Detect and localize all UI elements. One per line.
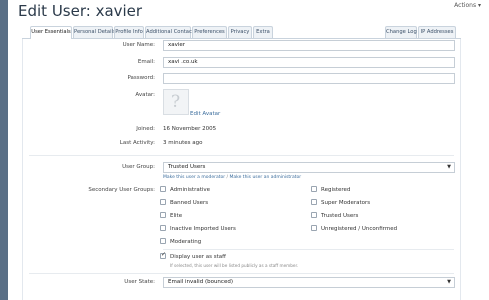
divider	[29, 155, 454, 156]
checkbox-checked-icon[interactable]	[160, 251, 166, 259]
checkbox-icon[interactable]	[160, 199, 166, 205]
actions-menu[interactable]: Actions ▾	[454, 2, 481, 9]
last-activity-value: 3 minutes ago	[163, 140, 203, 146]
user-group-label: User Group:	[122, 164, 155, 170]
tab-profile-info[interactable]: Profile Info	[114, 26, 144, 38]
user-state-label: User State:	[124, 279, 155, 285]
checkbox-unregistered[interactable]: Unregistered / Unconfirmed	[311, 225, 397, 232]
username-input[interactable]: xavier	[163, 40, 455, 51]
checkbox-icon[interactable]	[311, 212, 317, 218]
page-title: Edit User: xavier	[18, 2, 143, 20]
checkbox-label: Moderating	[170, 239, 202, 245]
tab-ip-addresses[interactable]: IP Addresses	[418, 26, 456, 38]
checkbox-moderating[interactable]: Moderating	[160, 238, 201, 245]
checkbox-icon[interactable]	[160, 238, 166, 244]
page-header: Edit User: xavier Actions ▾	[8, 0, 489, 24]
role-links: Make this user a moderator / Make this u…	[163, 175, 301, 180]
checkbox-label: Elite	[170, 213, 183, 219]
edit-avatar-link[interactable]: Edit Avatar	[190, 111, 220, 117]
password-input[interactable]	[163, 73, 455, 84]
form-content: User Name: xavier Email: xavi .co.uk Pas…	[22, 39, 461, 300]
dropdown-caret-icon: ▼	[447, 279, 451, 285]
tab-personal-details[interactable]: Personal Details	[73, 26, 116, 38]
divider	[29, 273, 454, 274]
checkbox-label: Super Moderators	[321, 200, 371, 206]
checkbox-icon[interactable]	[160, 225, 166, 231]
joined-value: 16 November 2005	[163, 126, 217, 132]
avatar-placeholder-icon: ?	[171, 92, 181, 112]
checkbox-elite[interactable]: Elite	[160, 212, 182, 219]
checkbox-label: Administrative	[170, 187, 211, 193]
link-separator: /	[226, 175, 229, 180]
checkbox-trusted-users[interactable]: Trusted Users	[311, 212, 358, 219]
checkbox-label: Trusted Users	[321, 213, 359, 219]
checkbox-administrative[interactable]: Administrative	[160, 186, 210, 193]
checkbox-label: Inactive Imported Users	[170, 226, 236, 232]
tab-extra[interactable]: Extra	[253, 26, 273, 38]
avatar[interactable]: ?	[163, 89, 189, 115]
checkbox-icon[interactable]	[160, 212, 166, 218]
user-state-value: Email invalid (bounced)	[168, 279, 233, 285]
checkbox-label: Banned Users	[170, 200, 209, 206]
checkbox-icon[interactable]	[311, 199, 317, 205]
user-group-select[interactable]: Trusted Users ▼	[163, 162, 455, 173]
left-strip	[0, 0, 8, 300]
secondary-groups-label: Secondary User Groups:	[88, 187, 155, 193]
last-activity-label: Last Activity:	[119, 140, 155, 146]
tab-change-log[interactable]: Change Log	[385, 26, 417, 38]
joined-label: Joined:	[136, 126, 155, 132]
tab-privacy[interactable]: Privacy	[228, 26, 252, 38]
page-frame: Edit User: xavier Actions ▾ User Essenti…	[0, 0, 489, 300]
username-label: User Name:	[122, 42, 155, 48]
checkbox-super-moderators[interactable]: Super Moderators	[311, 199, 370, 206]
user-group-value: Trusted Users	[168, 164, 206, 170]
password-label: Password:	[127, 75, 155, 81]
user-state-select[interactable]: Email invalid (bounced) ▼	[163, 277, 455, 288]
make-admin-link[interactable]: Make this user an administrator	[230, 175, 302, 180]
make-moderator-link[interactable]: Make this user a moderator	[163, 175, 225, 180]
tab-additional-contact[interactable]: Additional Contact	[145, 26, 194, 38]
tab-user-essentials[interactable]: User Essentials	[30, 26, 72, 39]
divider	[163, 249, 454, 250]
dropdown-caret-icon: ▼	[447, 164, 451, 170]
avatar-label: Avatar:	[135, 92, 155, 98]
tab-bar: User Essentials Personal Details Profile…	[22, 26, 461, 39]
checkbox-display-staff[interactable]: Display user as staff	[160, 251, 226, 260]
checkbox-registered[interactable]: Registered	[311, 186, 350, 193]
email-input[interactable]: xavi .co.uk	[163, 57, 455, 68]
checkbox-label: Display user as staff	[170, 254, 226, 260]
checkbox-icon[interactable]	[311, 186, 317, 192]
checkbox-label: Unregistered / Unconfirmed	[321, 226, 398, 232]
checkbox-icon[interactable]	[311, 225, 317, 231]
email-label: Email:	[137, 59, 155, 65]
checkbox-label: Registered	[321, 187, 351, 193]
checkbox-icon[interactable]	[160, 186, 166, 192]
tab-preferences[interactable]: Preferences	[192, 26, 227, 38]
checkbox-banned-users[interactable]: Banned Users	[160, 199, 208, 206]
checkbox-inactive-imported[interactable]: Inactive Imported Users	[160, 225, 236, 232]
staff-hint: If selected, this user will be listed pu…	[170, 263, 299, 268]
